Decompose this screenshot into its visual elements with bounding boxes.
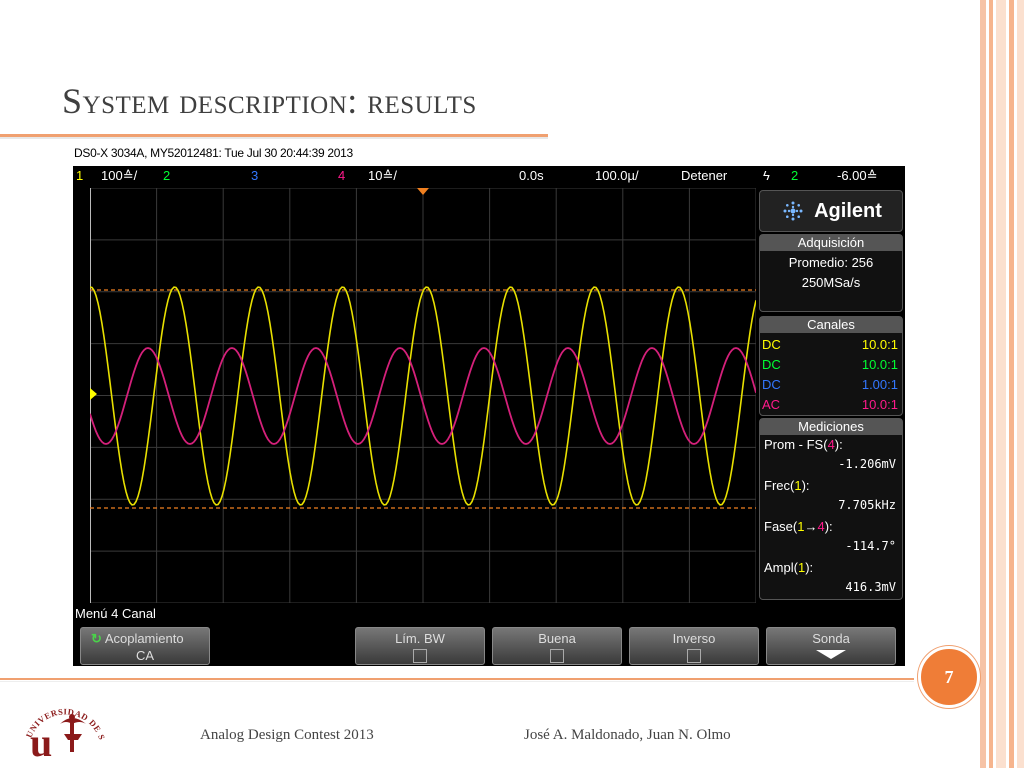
trigger-level: -6.00≙ xyxy=(837,168,878,183)
time-offset: 0.0s xyxy=(519,168,544,183)
menu-label: Menú 4 Canal xyxy=(75,606,156,621)
ch2-indicator: 2 xyxy=(163,168,171,183)
softkey-coupling[interactable]: ↻ Acoplamiento CA xyxy=(80,627,210,665)
scope-caption: DS0-X 3034A, MY52012481: Tue Jul 30 20:4… xyxy=(74,146,353,160)
oscilloscope-screen: 1 100≙/ 2 3 4 10≙/ 0.0s 100.0µ/ Detener … xyxy=(73,166,905,666)
footer-rule-shadow xyxy=(0,681,914,682)
channel-probe-ratio: 1.00:1 xyxy=(861,377,898,392)
channels-header: Canales xyxy=(760,317,902,333)
trigger-source: 2 xyxy=(791,168,799,183)
rotate-knob-icon: ↻ xyxy=(91,631,102,646)
acquisition-header: Adquisición xyxy=(760,235,902,251)
measurements-panel: Mediciones Prom - FS(4): -1.206mV Frec(1):… xyxy=(759,418,903,600)
channels-panel: Canales DC 10.0:1 DC 10.0:1 DC 1.00:1 AC 10.0:1 xyxy=(759,316,903,416)
title-underline-shadow xyxy=(0,137,548,139)
channel-coupling: DC xyxy=(762,337,781,352)
measurement-value: 416.3mV xyxy=(845,580,896,594)
softkey-invert-label: Inverso xyxy=(672,631,716,646)
time-scale: 100.0µ/ xyxy=(595,168,639,183)
brand-name: Agilent xyxy=(814,199,882,222)
ch1-indicator: 1 xyxy=(76,168,84,183)
channel-probe-ratio: 10.0:1 xyxy=(861,357,898,372)
bw-limit-checkbox[interactable] xyxy=(413,649,427,663)
run-state: Detener xyxy=(681,168,728,183)
footer-authors: José A. Maldonado, Juan N. Olmo xyxy=(524,727,731,743)
footer-rule xyxy=(0,678,914,680)
slide-title: System description: results xyxy=(62,81,477,121)
ch4-indicator: 4 xyxy=(338,168,346,183)
measurement-value: -1.206mV xyxy=(838,457,896,471)
softkey-invert[interactable]: Inverso xyxy=(629,627,759,665)
acquisition-panel: Adquisición Promedio: 256 250MSa/s xyxy=(759,234,903,312)
softkey-coupling-label: Acoplamiento xyxy=(104,631,184,646)
softkey-probe-label: Sonda xyxy=(812,631,850,646)
channel-coupling: DC xyxy=(762,357,781,372)
scope-status-bar: 1 100≙/ 2 3 4 10≙/ 0.0s 100.0µ/ Detener … xyxy=(73,166,905,188)
channel-1-ground-marker xyxy=(90,388,97,400)
softkey-probe[interactable]: Sonda xyxy=(766,627,896,665)
trigger-edge-icon: ϟ xyxy=(763,168,770,183)
softkey-coupling-label-row: ↻ Acoplamiento xyxy=(81,631,209,647)
fine-checkbox[interactable] xyxy=(550,649,564,663)
ch1-scale: 100≙/ xyxy=(101,168,138,183)
university-seal-logo: UNIVERSIDAD DE SEVILLA u xyxy=(20,684,107,764)
invert-checkbox[interactable] xyxy=(687,649,701,663)
softkey-fine-label: Buena xyxy=(538,631,576,646)
softkey-bw-limit[interactable]: Lím. BW xyxy=(355,627,485,665)
measurements-header: Mediciones xyxy=(760,419,902,435)
decorative-stripes xyxy=(980,0,1024,768)
agilent-brand-panel: Agilent xyxy=(759,190,903,232)
waveform-graticule xyxy=(90,188,756,603)
trigger-position-marker xyxy=(417,188,429,195)
channel-coupling: DC xyxy=(762,377,781,392)
channel-probe-ratio: 10.0:1 xyxy=(861,337,898,352)
channel-probe-ratio: 10.0:1 xyxy=(861,397,898,412)
page-number-badge: 7 xyxy=(918,646,980,708)
softkey-coupling-value: CA xyxy=(135,648,155,663)
agilent-spark-icon xyxy=(783,201,803,221)
softkey-fine[interactable]: Buena xyxy=(492,627,622,665)
ch4-scale: 10≙/ xyxy=(368,168,397,183)
ch3-indicator: 3 xyxy=(251,168,259,183)
measurement-value: -114.7° xyxy=(845,539,896,553)
channel-coupling: AC xyxy=(762,397,781,412)
scope-side-panel: Agilent Adquisición Promedio: 256 250MSa… xyxy=(759,188,903,603)
svg-text:u: u xyxy=(30,720,52,764)
measurement-value: 7.705kHz xyxy=(838,498,896,512)
submenu-arrow-icon xyxy=(816,650,846,659)
measurement-label: Fase(1→4): xyxy=(764,519,833,534)
measurement-label: Prom - FS(4): xyxy=(764,437,843,452)
softkey-bw-limit-label: Lím. BW xyxy=(395,631,445,646)
footer-event: Analog Design Contest 2013 xyxy=(200,727,374,743)
sample-rate: 250MSa/s xyxy=(801,275,861,290)
acquisition-mode: Promedio: 256 xyxy=(788,255,874,270)
measurement-label: Ampl(1): xyxy=(764,560,814,575)
measurement-label: Frec(1): xyxy=(764,478,810,493)
